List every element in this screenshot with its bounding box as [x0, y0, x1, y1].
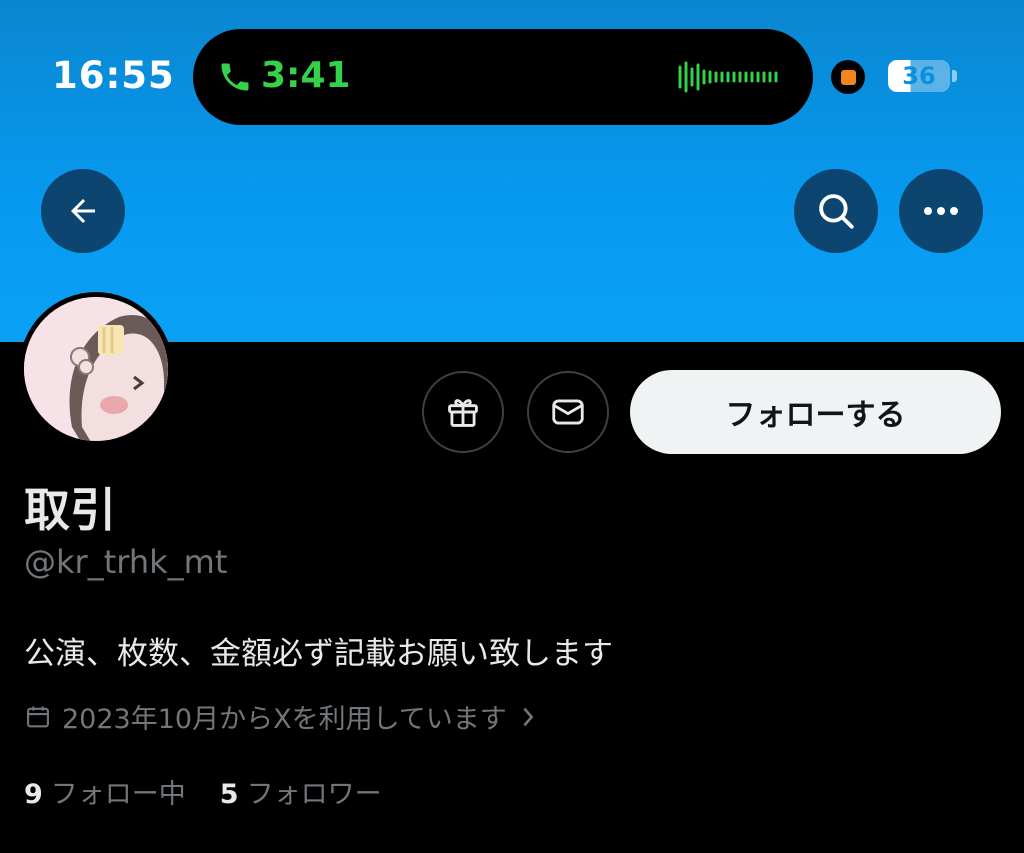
following-label: フォロー中 [50, 779, 186, 810]
follow-stats: 9 フォロー中 5 フォロワー [24, 772, 382, 811]
avatar[interactable] [19, 292, 173, 446]
arrow-left-icon [71, 199, 95, 223]
phone-icon [221, 63, 249, 91]
chevron-right-icon [523, 707, 534, 726]
status-time: 16:55 [52, 54, 175, 97]
avatar-image [24, 297, 168, 441]
dynamic-island[interactable]: 3:41 [193, 29, 813, 125]
joined-date-text: 2023年10月からXを利用しています [62, 704, 507, 735]
more-horizontal-icon [924, 207, 958, 215]
audio-waveform-icon [678, 61, 778, 93]
followers-label: フォロワー [246, 779, 382, 810]
calendar-icon [27, 706, 49, 727]
following-count: 9 [24, 779, 43, 810]
more-options-button[interactable] [899, 169, 983, 253]
user-handle: @kr_trhk_mt [24, 543, 228, 581]
followers-count: 5 [219, 779, 239, 810]
message-button[interactable] [527, 371, 609, 453]
following-link[interactable]: 9 フォロー中 [24, 772, 186, 811]
follow-button[interactable]: フォローする [630, 370, 1001, 454]
gift-icon [448, 399, 478, 427]
joined-date[interactable]: 2023年10月からXを利用しています [24, 697, 547, 736]
back-button[interactable] [41, 169, 125, 253]
display-name: 取引 [24, 483, 116, 537]
call-timer: 3:41 [261, 55, 351, 96]
profile-bio: 公演、枚数、金額必ず記載お願い致します [24, 636, 613, 672]
gift-button[interactable] [422, 371, 504, 453]
recording-indicator [831, 60, 865, 94]
search-button[interactable] [794, 169, 878, 253]
battery-indicator: 36 [888, 60, 950, 92]
followers-link[interactable]: 5 フォロワー [220, 772, 382, 811]
search-icon [819, 194, 854, 229]
battery-tip [952, 70, 957, 82]
envelope-icon [552, 399, 584, 425]
